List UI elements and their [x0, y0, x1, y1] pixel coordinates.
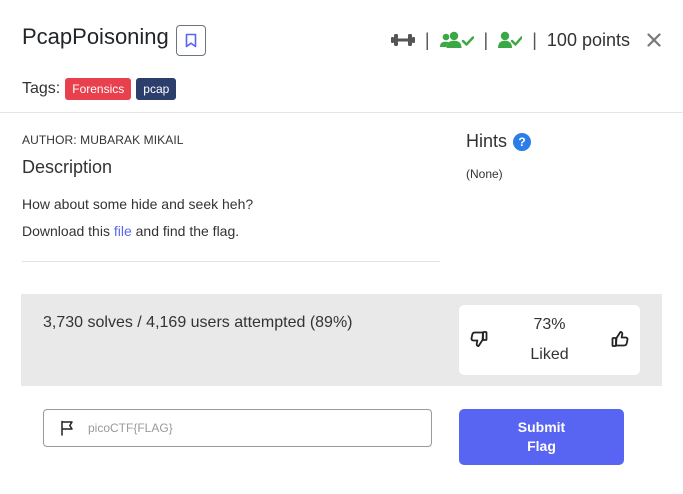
- flag-input[interactable]: [88, 418, 418, 438]
- close-icon: [647, 33, 661, 47]
- hints-title: Hints: [466, 131, 508, 151]
- challenge-meta: | | | 100 points: [390, 27, 630, 53]
- challenge-title: PcapPoisoning: [22, 24, 169, 49]
- challenge-points: 100 points: [546, 29, 630, 50]
- close-button[interactable]: [647, 25, 661, 51]
- users-check-icon: [439, 31, 474, 48]
- separator: |: [424, 29, 430, 50]
- bookmark-icon: [185, 33, 197, 48]
- divider: [0, 112, 683, 113]
- hints-content: (None): [466, 167, 503, 181]
- author-label: AUTHOR: MUBARAK MIKAIL: [22, 133, 184, 147]
- flag-input-group[interactable]: [43, 409, 432, 447]
- description-text: How about some hide and seek heh?: [22, 196, 254, 212]
- user-check-icon: [498, 31, 523, 48]
- description-heading: Description: [22, 157, 113, 177]
- separator: |: [532, 29, 537, 50]
- divider: [22, 261, 440, 262]
- bookmark-button[interactable]: [176, 25, 206, 56]
- stats-panel: 3,730 solves / 4,169 users attempted (89…: [21, 294, 662, 386]
- flag-icon: [61, 420, 73, 436]
- tag-pcap[interactable]: pcap: [136, 78, 177, 100]
- hints-heading: Hints ?: [466, 131, 532, 152]
- thumbs-up-icon[interactable]: [610, 329, 630, 349]
- tag-forensics[interactable]: Forensics: [65, 78, 132, 100]
- solve-stats: 3,730 solves / 4,169 users attempted (89…: [43, 314, 353, 331]
- dumbbell-icon: [390, 34, 415, 46]
- description-download-line: Download this file and find the flag.: [22, 223, 239, 239]
- submit-label: Submit Flag: [517, 419, 566, 454]
- download-prefix: Download this: [22, 223, 114, 239]
- download-suffix: and find the flag.: [131, 223, 240, 239]
- separator: |: [483, 29, 489, 50]
- tags-label: Tags:: [22, 80, 61, 97]
- file-link[interactable]: file: [114, 223, 132, 239]
- tags-row: Tags: Forensics pcap: [22, 78, 181, 100]
- question-circle-icon[interactable]: ?: [513, 132, 532, 151]
- like-card: 73% Liked: [459, 305, 640, 375]
- submit-flag-button[interactable]: Submit Flag: [459, 409, 624, 465]
